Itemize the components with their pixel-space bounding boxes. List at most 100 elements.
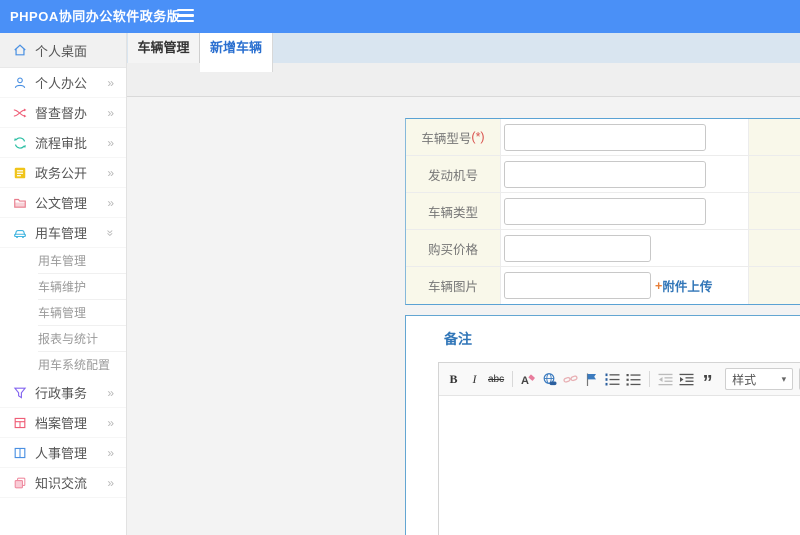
styles-dropdown[interactable]: 样式 ▾ <box>725 368 794 390</box>
submenu-item-system-config[interactable]: 用车系统配置 <box>38 352 126 378</box>
hamburger-menu-icon[interactable] <box>177 9 195 24</box>
app-title: PHPOA协同办公软件政务版 <box>10 9 181 24</box>
form-right-column <box>748 230 800 266</box>
remark-panel: 备注 B I abc A ” 样式 ▾ <box>405 315 800 535</box>
editor-toolbar: B I abc A ” 样式 ▾ <box>439 363 800 396</box>
chevron-down-icon: ▾ <box>781 373 787 384</box>
sidebar-item-label: 档案管理 <box>35 416 88 431</box>
indent-button[interactable] <box>679 369 694 389</box>
shuffle-icon <box>13 107 27 118</box>
app-window: PHPOA协同办公软件政务版 个人桌面 个人办公 » 督查督办 » 流程审批 »… <box>0 0 800 535</box>
car-icon <box>14 229 26 238</box>
vehicle-image-input[interactable] <box>504 272 651 299</box>
indent-icon <box>679 373 694 385</box>
engine-number-input[interactable] <box>504 160 706 188</box>
submenu-item-reports-statistics[interactable]: 报表与统计 <box>38 326 126 352</box>
sidebar-item-vehicle-management[interactable]: 用车管理 » <box>0 218 126 248</box>
vehicle-submenu: 用车管理 车辆维护 车辆管理 报表与统计 用车系统配置 <box>0 248 126 378</box>
sidebar-item-archive-management[interactable]: 档案管理 » <box>0 408 126 438</box>
tab-add-vehicle[interactable]: 新增车辆 <box>200 33 273 72</box>
book-icon <box>14 447 26 458</box>
sidebar-item-desktop[interactable]: 个人桌面 <box>0 33 126 68</box>
sidebar-item-label: 人事管理 <box>35 446 88 461</box>
chevron-right-icon: » <box>107 195 114 210</box>
outdent-button[interactable] <box>658 369 673 389</box>
anchor-flag-button[interactable] <box>584 369 599 389</box>
user-icon <box>14 77 26 88</box>
toolbar-separator <box>512 371 514 387</box>
form-row-vehicle-type: 车辆类型 <box>406 193 800 230</box>
outdent-icon <box>658 373 673 385</box>
sidebar-item-label: 督查督办 <box>35 106 88 121</box>
submenu-item-vehicle-use[interactable]: 用车管理 <box>38 248 126 274</box>
field-label-text: 车辆图片 <box>427 280 478 294</box>
filter-icon <box>13 387 27 399</box>
sidebar-item-document-management[interactable]: 公文管理 » <box>0 188 126 218</box>
tab-bar: 车辆管理 新增车辆 <box>127 33 800 72</box>
bold-button[interactable]: B <box>446 369 461 389</box>
folder-icon <box>14 198 26 208</box>
form-row-vehicle-image: 车辆图片 + 附件上传 <box>406 267 800 304</box>
italic-button[interactable]: I <box>467 369 482 389</box>
form-right-column <box>748 193 800 229</box>
field-label: 车辆类型 <box>406 193 501 229</box>
sidebar-item-label: 政务公开 <box>35 166 88 181</box>
sidebar-item-personal-office[interactable]: 个人办公 » <box>0 68 126 98</box>
chevron-right-icon: » <box>107 135 114 150</box>
editor-content-area[interactable] <box>439 396 800 535</box>
sidebar-item-label: 流程审批 <box>35 136 88 151</box>
required-marker: (*) <box>471 130 485 144</box>
chevron-right-icon: » <box>107 415 114 430</box>
styles-dropdown-label: 样式 <box>732 372 757 387</box>
purchase-price-input[interactable] <box>504 234 651 262</box>
form-right-column <box>748 156 800 192</box>
attachment-upload-link[interactable]: + 附件上传 <box>655 276 712 295</box>
sidebar-item-hr-management[interactable]: 人事管理 » <box>0 438 126 468</box>
chevron-right-icon: » <box>107 105 114 120</box>
vehicle-type-input[interactable] <box>504 197 706 225</box>
remove-format-icon: A <box>521 374 536 387</box>
form-row-engine-number: 发动机号 <box>406 156 800 193</box>
submenu-item-vehicle-manage[interactable]: 车辆管理 <box>38 300 126 326</box>
field-label-text: 购买价格 <box>427 242 478 257</box>
field-label: 车辆图片 <box>406 267 501 304</box>
richtext-editor: B I abc A ” 样式 ▾ <box>438 362 800 535</box>
sidebar-item-label: 公文管理 <box>35 196 88 211</box>
flag-icon <box>587 373 597 386</box>
ordered-list-icon <box>605 373 620 385</box>
chevron-right-icon: » <box>107 475 114 490</box>
sidebar-item-knowledge-exchange[interactable]: 知识交流 » <box>0 468 126 498</box>
form-row-vehicle-model: 车辆型号 (*) <box>406 119 800 156</box>
vehicle-model-input[interactable] <box>504 123 706 151</box>
link-button[interactable] <box>542 369 557 389</box>
bulleted-list-button[interactable] <box>626 369 641 389</box>
blockquote-button[interactable]: ” <box>700 369 715 393</box>
sidebar-item-label: 行政事务 <box>35 386 88 401</box>
sidebar-item-gov-disclosure[interactable]: 政务公开 » <box>0 158 126 188</box>
strikethrough-button[interactable]: abc <box>488 369 504 389</box>
field-label-text: 发动机号 <box>427 168 478 183</box>
unlink-button[interactable] <box>563 369 578 389</box>
field-label: 车辆型号 (*) <box>406 119 501 155</box>
ordered-list-button[interactable] <box>605 369 620 389</box>
remove-format-button[interactable]: A <box>521 369 536 389</box>
sidebar-item-admin-affairs[interactable]: 行政事务 » <box>0 378 126 408</box>
vehicle-form: 车辆型号 (*) 发动机号 车辆类型 购买价格 车辆图片 + 附件上传 <box>405 118 800 305</box>
bulletin-icon <box>14 167 26 178</box>
layers-icon <box>14 477 26 488</box>
sidebar-item-label: 个人桌面 <box>35 43 88 59</box>
tab-vehicle-management[interactable]: 车辆管理 <box>128 33 200 63</box>
archive-icon <box>14 417 26 428</box>
sidebar-item-workflow-approval[interactable]: 流程审批 » <box>0 128 126 158</box>
unlink-icon <box>563 374 578 383</box>
field-label-text: 车辆型号 <box>421 131 472 146</box>
top-header: PHPOA协同办公软件政务版 <box>0 0 800 33</box>
form-right-column <box>748 119 800 155</box>
chevron-right-icon: » <box>107 445 114 460</box>
field-label-text: 车辆类型 <box>427 205 478 220</box>
chevron-right-icon: » <box>107 385 114 400</box>
chevron-right-icon: » <box>107 75 114 90</box>
submenu-item-vehicle-maintenance[interactable]: 车辆维护 <box>38 274 126 300</box>
sidebar-item-supervision[interactable]: 督查督办 » <box>0 98 126 128</box>
attachment-upload-label: 附件上传 <box>662 280 713 294</box>
